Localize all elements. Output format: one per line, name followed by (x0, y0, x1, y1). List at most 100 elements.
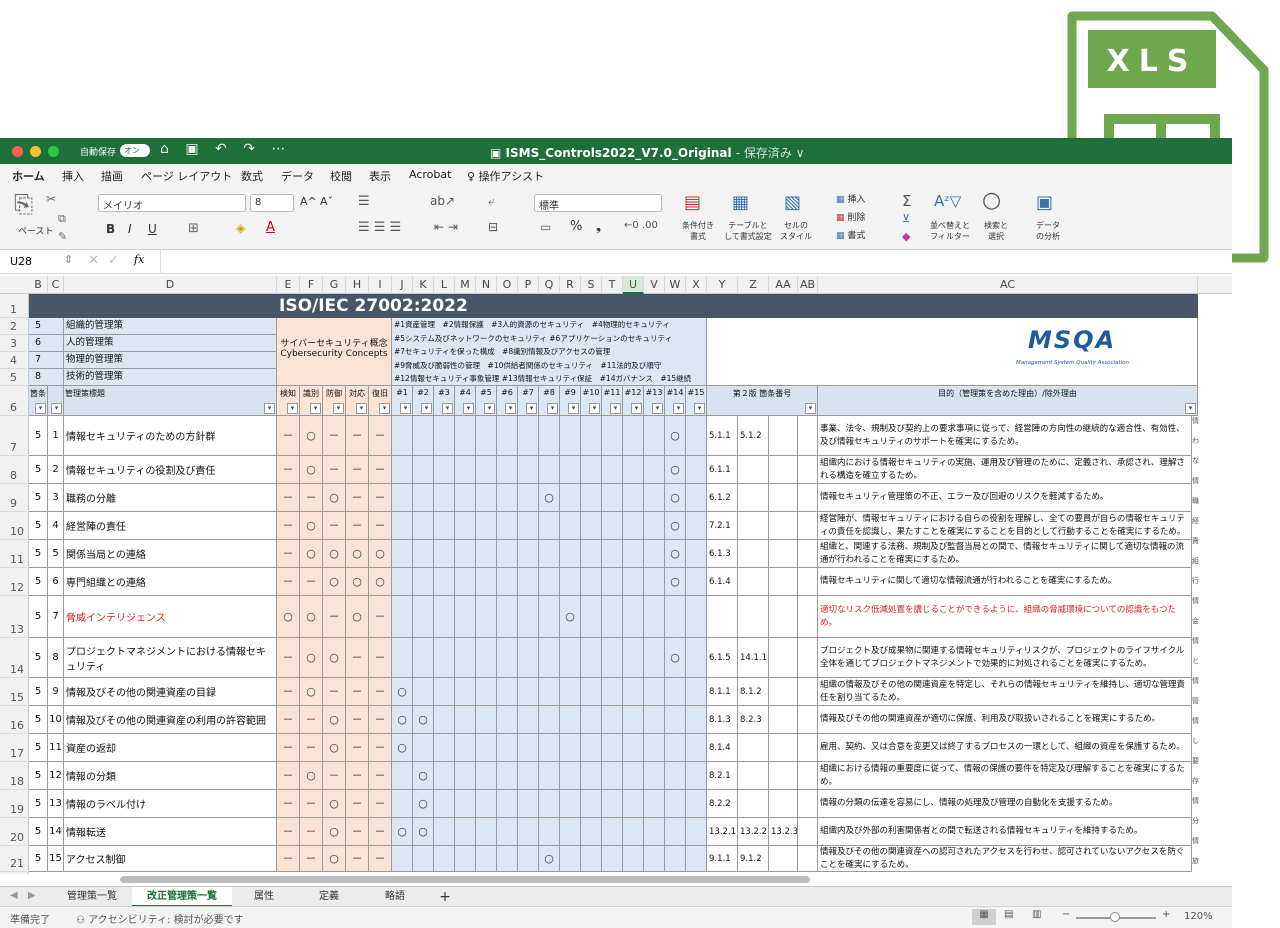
sheet-tab[interactable]: 改正管理策一覧 (132, 887, 232, 907)
concept-cell[interactable]: － (300, 734, 323, 762)
filter-dropdown-icon[interactable]: ▾ (51, 403, 62, 414)
tag-cell[interactable] (476, 512, 497, 540)
tag-cell[interactable] (497, 456, 518, 484)
row-header[interactable]: 21 (0, 846, 29, 872)
old-clause-cell[interactable] (769, 456, 798, 484)
tag-cell[interactable] (497, 762, 518, 790)
old-clause-extra-cell[interactable] (798, 734, 818, 762)
tag-cell[interactable] (497, 568, 518, 596)
purpose-cell[interactable]: 組織内及び外部の利害関係者との間で転送される情報セキュリティを維持するため。 (818, 818, 1192, 846)
tag-cell[interactable] (581, 540, 602, 568)
tag-cell[interactable] (644, 484, 665, 512)
tag-cell[interactable] (455, 568, 476, 596)
old-clause-cell[interactable]: 8.2.1 (707, 762, 738, 790)
tag-cell[interactable] (518, 734, 539, 762)
tag-cell[interactable] (644, 790, 665, 818)
tag-cell[interactable] (518, 638, 539, 678)
control-title-cell[interactable]: 情報のラベル付け (64, 790, 277, 818)
tag-cell[interactable] (434, 456, 455, 484)
tag-cell[interactable] (497, 846, 518, 872)
concept-cell[interactable]: － (277, 416, 300, 456)
old-clause-cell[interactable] (769, 568, 798, 596)
tag-cell[interactable] (413, 512, 434, 540)
tag-cell[interactable] (455, 762, 476, 790)
concept-cell[interactable]: － (369, 512, 392, 540)
tag-cell[interactable] (539, 818, 560, 846)
old-clause-cell[interactable]: 13.2.2 (738, 818, 769, 846)
column-header[interactable]: N (476, 276, 497, 294)
old-clause-cell[interactable]: 6.1.2 (707, 484, 738, 512)
filter-dropdown-icon[interactable]: ▾ (673, 403, 684, 414)
tab-review[interactable]: 校閲 (330, 168, 352, 184)
column-header[interactable]: X (686, 276, 707, 294)
zoom-window-button[interactable] (48, 146, 59, 157)
bold-button[interactable]: B (106, 222, 115, 236)
concept-cell[interactable]: － (277, 790, 300, 818)
tag-cell[interactable] (539, 762, 560, 790)
concept-cell[interactable]: － (369, 416, 392, 456)
filter-dropdown-icon[interactable]: ▾ (333, 403, 344, 414)
accessibility-status[interactable]: ⚇ アクセシビリティ: 検討が必要です (76, 911, 244, 926)
tag-mark-cell[interactable]: ○ (560, 596, 581, 638)
tag-cell[interactable] (602, 596, 623, 638)
tag-cell[interactable] (518, 762, 539, 790)
tag-cell[interactable] (392, 638, 413, 678)
concept-cell[interactable]: － (346, 484, 369, 512)
tag-cell[interactable] (455, 678, 476, 706)
column-header[interactable]: K (413, 276, 434, 294)
old-clause-cell[interactable] (769, 762, 798, 790)
tag-cell[interactable] (602, 790, 623, 818)
column-header[interactable]: F (300, 276, 323, 294)
currency-icon[interactable]: ▭ (540, 220, 551, 234)
next-sheet-icon[interactable]: ▶ (28, 890, 36, 901)
tag-cell[interactable] (518, 706, 539, 734)
old-clause-extra-cell[interactable] (798, 568, 818, 596)
row-number-cell[interactable]: 5 (48, 540, 64, 568)
tag-cell[interactable] (539, 678, 560, 706)
row-category-cell[interactable]: 5 (29, 568, 48, 596)
filter-dropdown-icon[interactable]: ▾ (568, 403, 579, 414)
row-number-cell[interactable]: 13 (48, 790, 64, 818)
filter-dropdown-icon[interactable]: ▾ (400, 403, 411, 414)
control-title-cell[interactable]: プロジェクトマネジメントにおける情報セキュリティ (64, 638, 277, 678)
tag-cell[interactable] (434, 568, 455, 596)
column-header[interactable]: U (623, 276, 644, 294)
tag-cell[interactable] (581, 638, 602, 678)
tag-cell[interactable] (602, 818, 623, 846)
column-header[interactable]: D (64, 276, 277, 294)
old-clause-cell[interactable]: 8.2.2 (707, 790, 738, 818)
find-icon[interactable]: ○ (982, 188, 1001, 213)
row-header[interactable]: 16 (0, 706, 29, 734)
tag-cell[interactable] (434, 846, 455, 872)
wrap-text-icon[interactable]: ⤶ (488, 194, 495, 209)
concept-cell[interactable]: － (277, 678, 300, 706)
tag-cell[interactable] (518, 846, 539, 872)
tag-cell[interactable] (497, 790, 518, 818)
function-icon[interactable]: fx (134, 253, 144, 266)
tag-cell[interactable] (392, 596, 413, 638)
tag-cell[interactable] (392, 540, 413, 568)
row-header[interactable]: 13 (0, 596, 29, 638)
tag-cell[interactable] (476, 638, 497, 678)
concept-cell[interactable]: ○ (323, 484, 346, 512)
concept-cell[interactable]: － (323, 456, 346, 484)
column-header[interactable]: L (434, 276, 455, 294)
insert-cells-button[interactable]: ▦ 挿入 (836, 192, 865, 205)
tag-cell[interactable] (665, 818, 686, 846)
old-clause-cell[interactable]: 8.1.4 (707, 734, 738, 762)
tag-mark-cell[interactable]: ○ (392, 706, 413, 734)
column-header[interactable]: Z (738, 276, 769, 294)
tag-cell[interactable] (623, 596, 644, 638)
delete-cells-button[interactable]: ▦ 削除 (836, 210, 865, 223)
tag-cell[interactable] (455, 818, 476, 846)
tag-cell[interactable] (476, 734, 497, 762)
row-header[interactable]: 3 (0, 335, 29, 352)
tag-cell[interactable] (623, 846, 644, 872)
tag-cell[interactable] (560, 818, 581, 846)
tag-cell[interactable] (476, 678, 497, 706)
control-title-cell[interactable]: 脅威インテリジェンス (64, 596, 277, 638)
tag-cell[interactable] (497, 734, 518, 762)
tag-cell[interactable] (665, 846, 686, 872)
filter-dropdown-icon[interactable]: ▾ (484, 403, 495, 414)
column-header[interactable]: M (455, 276, 476, 294)
